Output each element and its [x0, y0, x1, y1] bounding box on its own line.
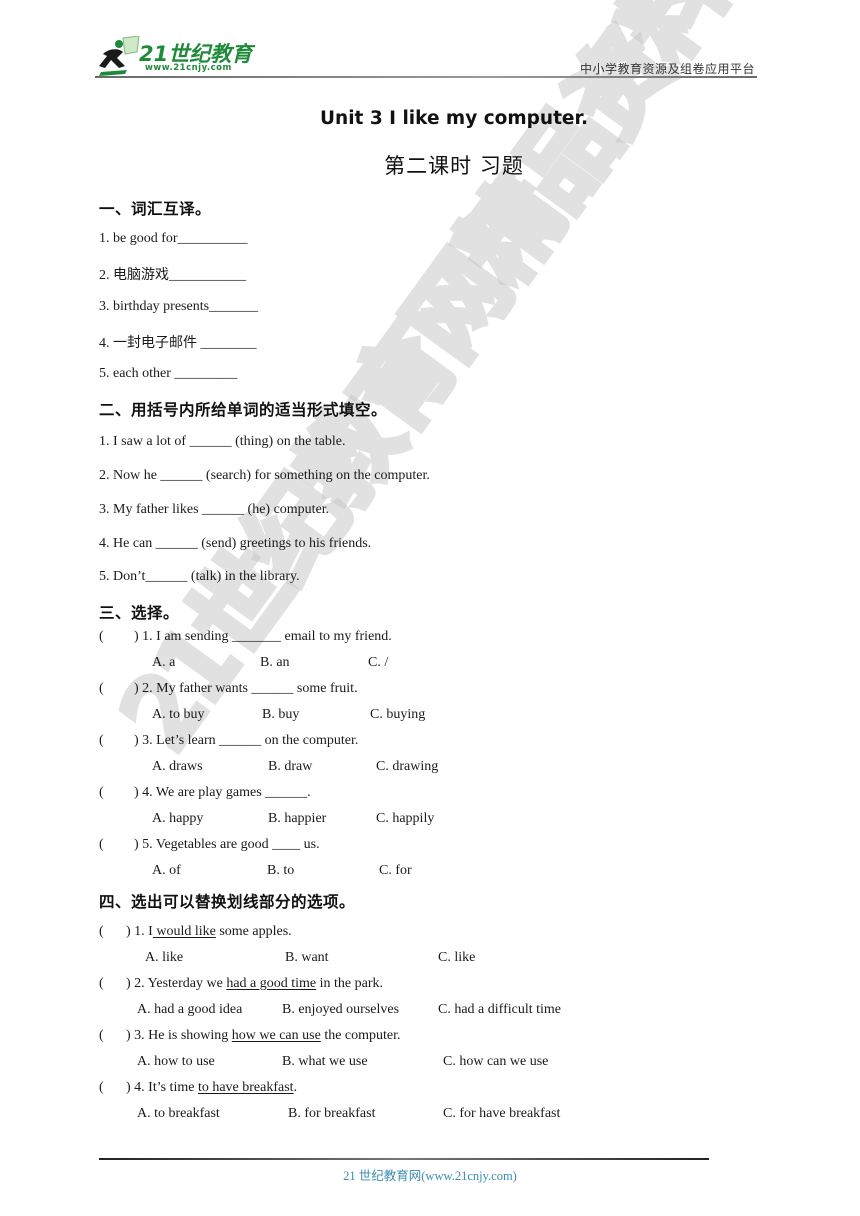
question-suffix: the computer.	[320, 1028, 401, 1043]
question-prefix: ) 3. He is showing	[126, 1028, 232, 1043]
option-b: B. want	[285, 950, 329, 965]
question-text: ) 1. I would like some apples.	[126, 924, 292, 940]
option-b: B. to	[267, 863, 295, 878]
footer-link[interactable]: 21 世纪教育网(www.21cnjy.com)	[0, 1165, 860, 1184]
option-a: A. to buy	[152, 707, 205, 722]
question-text: ) 4. We are play games ______.	[134, 785, 311, 800]
option-a: A. had a good idea	[137, 1002, 243, 1017]
fill-blank-item: 2. Now he ______ (search) for something …	[99, 468, 430, 483]
underlined-phrase: would like	[152, 924, 216, 939]
header-divider	[95, 76, 757, 78]
underlined-phrase: to have breakfast	[197, 1080, 294, 1095]
option-c: C. had a difficult time	[438, 1002, 561, 1017]
footer-divider	[99, 1158, 709, 1160]
option-a: A. how to use	[137, 1054, 215, 1069]
option-b: B. happier	[268, 811, 327, 826]
option-b: B. draw	[268, 759, 313, 774]
question-text: ) 4. It’s time to have breakfast.	[126, 1080, 297, 1096]
option-b: B. an	[260, 655, 290, 670]
option-c: C. for	[379, 863, 412, 878]
question-text: ) 1. I am sending _______ email to my fr…	[134, 629, 392, 644]
section-1-heading: 一、词汇互译。	[99, 200, 212, 218]
logo: 21世纪教育 www.21cnjy.com	[95, 34, 260, 76]
option-a: A. happy	[152, 811, 204, 826]
option-a: A. of	[152, 863, 181, 878]
answer-bracket[interactable]: (	[99, 1028, 104, 1044]
question-text: ) 3. He is showing how we can use the co…	[126, 1028, 401, 1044]
vocab-item: 4. 一封电子邮件 ________	[99, 336, 257, 351]
option-b: B. buy	[262, 707, 300, 722]
page-header: 21世纪教育 www.21cnjy.com 中小学教育资源及组卷应用平台	[95, 30, 757, 78]
question-text: ) 2. Yesterday we had a good time in the…	[126, 976, 383, 992]
question-prefix: ) 1. I	[126, 924, 153, 939]
option-b: B. enjoyed ourselves	[282, 1002, 400, 1017]
question-text: ) 3. Let’s learn ______ on the computer.	[134, 733, 359, 748]
option-c: C. for have breakfast	[443, 1106, 561, 1121]
question-text: ) 5. Vegetables are good ____ us.	[134, 837, 320, 852]
section-2-heading: 二、用括号内所给单词的适当形式填空。	[99, 401, 388, 419]
option-b: B. for breakfast	[288, 1106, 376, 1121]
answer-bracket[interactable]: (	[99, 785, 104, 801]
answer-bracket[interactable]: (	[99, 976, 104, 992]
answer-bracket[interactable]: (	[99, 1080, 104, 1096]
answer-bracket[interactable]: (	[99, 837, 104, 853]
option-c: C. /	[368, 655, 389, 670]
answer-bracket[interactable]: (	[99, 629, 104, 645]
option-c: C. how can we use	[443, 1054, 549, 1069]
fill-blank-item: 3. My father likes ______ (he) computer.	[99, 502, 330, 517]
option-c: C. buying	[370, 707, 426, 722]
answer-bracket[interactable]: (	[99, 733, 104, 749]
question-text: ) 2. My father wants ______ some fruit.	[134, 681, 358, 696]
answer-bracket[interactable]: (	[99, 924, 104, 940]
underlined-phrase: how we can use	[231, 1028, 321, 1043]
logo-url: www.21cnjy.com	[145, 63, 232, 73]
section-4-heading: 四、选出可以替换划线部分的选项。	[99, 893, 356, 911]
question-prefix: ) 4. It’s time	[126, 1080, 198, 1095]
fill-blank-item: 5. Don’t______ (talk) in the library.	[99, 569, 300, 584]
answer-bracket[interactable]: (	[99, 681, 104, 697]
option-a: A. like	[145, 950, 184, 965]
option-b: B. what we use	[282, 1054, 368, 1069]
underlined-phrase: had a good time	[226, 976, 317, 991]
runner-logo-icon	[99, 36, 140, 76]
question-suffix: in the park.	[316, 976, 384, 991]
vocab-item: 2. 电脑游戏___________	[99, 268, 246, 283]
option-c: C. like	[438, 950, 476, 965]
question-prefix: ) 2. Yesterday we	[126, 976, 227, 991]
platform-name: 中小学教育资源及组卷应用平台	[579, 62, 755, 76]
question-suffix: .	[293, 1080, 298, 1095]
question-suffix: some apples.	[215, 924, 292, 939]
page-title: Unit 3 I like my computer.	[320, 108, 588, 129]
vocab-item: 3. birthday presents_______	[99, 299, 259, 314]
option-a: A. to breakfast	[137, 1106, 220, 1121]
section-3-heading: 三、选择。	[99, 604, 180, 622]
page-subtitle: 第二课时 习题	[384, 154, 524, 178]
option-c: C. drawing	[376, 759, 439, 774]
vocab-item: 5. each other _________	[99, 366, 238, 381]
option-a: A. a	[152, 655, 176, 670]
fill-blank-item: 1. I saw a lot of ______ (thing) on the …	[99, 434, 346, 449]
option-c: C. happily	[376, 811, 435, 826]
option-a: A. draws	[152, 759, 203, 774]
fill-blank-item: 4. He can ______ (send) greetings to his…	[99, 536, 372, 551]
vocab-item: 1. be good for__________	[99, 231, 248, 246]
